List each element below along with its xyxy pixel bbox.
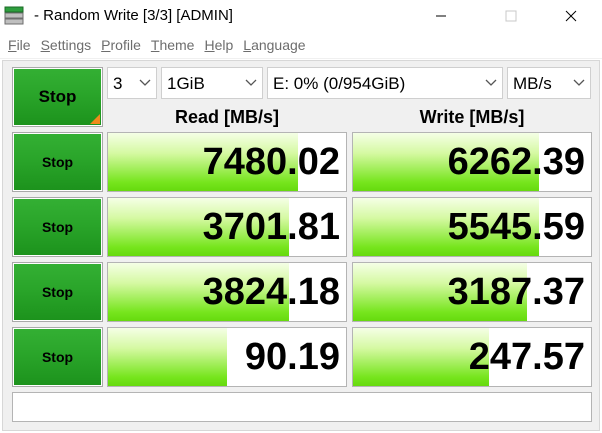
write-result-row-1: 6262.39 [352, 132, 592, 192]
read-value: 3701.81 [202, 206, 340, 248]
comment-field[interactable] [12, 392, 592, 422]
benchmark-panel: Stop 3 1GiB E: 0% (0/954GiB) MB/s Read [… [2, 60, 600, 431]
drive-select[interactable]: E: 0% (0/954GiB) [267, 67, 503, 99]
maximize-button[interactable] [488, 0, 534, 32]
read-value: 3824.18 [202, 271, 340, 313]
stop-button-row-1[interactable]: Stop [12, 132, 103, 192]
menu-divider [0, 58, 602, 59]
minimize-button[interactable] [418, 0, 464, 32]
chevron-down-icon [245, 79, 257, 86]
write-value: 3187.37 [447, 271, 585, 313]
write-value: 5545.59 [447, 206, 585, 248]
stop-label: Stop [41, 284, 74, 300]
test-count-select[interactable]: 3 [107, 67, 157, 99]
read-result-row-1: 7480.02 [107, 132, 347, 192]
unit-value: MB/s [513, 74, 552, 93]
read-value: 7480.02 [202, 141, 340, 183]
minimize-icon [436, 15, 446, 17]
stop-button-row-4[interactable]: Stop [12, 327, 103, 387]
test-size-value: 1GiB [167, 74, 205, 93]
stop-button-row-2[interactable]: Stop [12, 197, 103, 257]
close-button[interactable] [548, 0, 594, 32]
corner-triangle-icon [90, 114, 100, 124]
write-value: 6262.39 [447, 141, 585, 183]
read-result-row-3: 3824.18 [107, 262, 347, 322]
chevron-down-icon [139, 79, 151, 86]
read-value: 90.19 [244, 336, 340, 378]
read-result-row-2: 3701.81 [107, 197, 347, 257]
write-value: 247.57 [468, 336, 585, 378]
write-result-row-3: 3187.37 [352, 262, 592, 322]
unit-select[interactable]: MB/s [507, 67, 591, 99]
stop-label: Stop [41, 349, 74, 365]
read-header: Read [MB/s] [174, 107, 279, 127]
title-bar: - Random Write [3/3] [ADMIN] [0, 0, 602, 32]
write-result-row-2: 5545.59 [352, 197, 592, 257]
close-icon [565, 10, 577, 22]
stop-label: Stop [41, 219, 74, 235]
read-result-row-4: 90.19 [107, 327, 347, 387]
menu-theme[interactable]: Theme [151, 37, 195, 53]
menu-settings[interactable]: Settings [41, 37, 92, 53]
stop-label: Stop [41, 154, 74, 170]
test-size-select[interactable]: 1GiB [161, 67, 263, 99]
window-title: - Random Write [3/3] [ADMIN] [34, 7, 233, 24]
chevron-down-icon [573, 79, 585, 86]
write-result-row-4: 247.57 [352, 327, 592, 387]
test-count-value: 3 [113, 74, 123, 93]
menu-language[interactable]: Language [243, 37, 305, 53]
write-header: Write [MB/s] [419, 107, 525, 127]
drive-value: E: 0% (0/954GiB) [273, 74, 406, 93]
stop-button-row-3[interactable]: Stop [12, 262, 103, 322]
menu-profile[interactable]: Profile [101, 37, 141, 53]
chevron-down-icon [485, 79, 497, 86]
stop-all-button[interactable]: Stop [12, 67, 103, 127]
read-bar-fill [108, 328, 227, 386]
app-disk-icon [4, 6, 24, 25]
menu-file[interactable]: File [8, 37, 31, 53]
menu-help[interactable]: Help [204, 37, 233, 53]
maximize-icon [505, 10, 517, 22]
menu-bar: File Settings Profile Theme Help Languag… [0, 32, 602, 58]
stop-all-label: Stop [38, 87, 77, 106]
